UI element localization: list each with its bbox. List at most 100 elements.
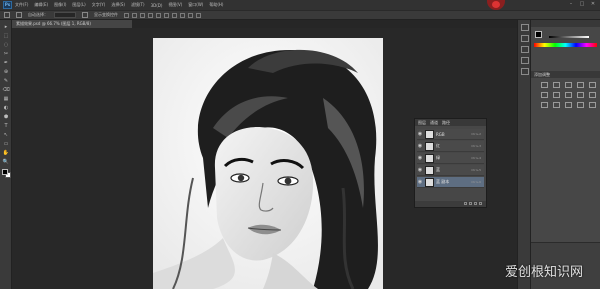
new-channel-icon[interactable] [474,202,477,205]
align-right-icon[interactable] [164,12,169,18]
color-swatches[interactable] [0,169,12,183]
channel-row-rgb[interactable]: ◉ RGB Ctrl+2 [417,129,484,140]
auto-select-dropdown[interactable] [54,12,76,18]
channel-row-green[interactable]: ◉ 绿 Ctrl+4 [417,153,484,164]
menu-image[interactable]: 图像(I) [54,2,66,8]
channel-name: 蓝 副本 [436,179,450,184]
history-icon[interactable] [521,24,529,31]
eye-icon[interactable]: ◉ [417,131,423,137]
brightness-icon[interactable] [541,82,548,88]
curves-icon[interactable] [565,82,572,88]
vibrance-icon[interactable] [589,82,596,88]
save-selection-icon[interactable] [469,202,472,205]
align-top-icon[interactable] [124,12,129,18]
auto-select-checkbox[interactable] [16,12,22,18]
threshold-icon[interactable] [565,102,572,108]
foreground-color-swatch[interactable] [535,31,542,38]
show-transform-label: 显示变换控件 [94,12,118,17]
align-left-icon[interactable] [148,12,153,18]
close-button[interactable]: ✕ [590,1,596,7]
gradient-tool-icon[interactable]: ▦ [2,96,10,102]
posterize-icon[interactable] [553,102,560,108]
color-balance-icon[interactable] [553,92,560,98]
gray-slider[interactable] [549,36,589,38]
load-selection-icon[interactable] [464,202,467,205]
watermark-text: 爱创根知识网 [505,265,584,280]
show-transform-checkbox[interactable] [82,12,88,18]
pen-tool-icon[interactable]: ⬢ [2,114,10,120]
type-tool-icon[interactable]: T [2,123,10,129]
menu-select[interactable]: 选择(S) [111,2,125,8]
dodge-tool-icon[interactable]: ◐ [2,105,10,111]
menu-window[interactable]: 窗口(W) [188,2,203,8]
hand-tool-icon[interactable]: ✋ [2,150,10,156]
color-panel-tabs [531,20,600,27]
tab-paths[interactable]: 路径 [442,120,450,126]
document-tab[interactable]: 素描效果.psd @ 66.7% (图层 1, RGB/8) [12,20,132,28]
move-tool-icon[interactable] [4,12,10,18]
align-middle-icon[interactable] [132,12,137,18]
trash-icon[interactable] [479,202,482,205]
eye-icon[interactable]: ◉ [417,167,423,173]
lasso-tool-icon[interactable]: ◌ [2,42,10,48]
crop-tool-icon[interactable]: ✂ [2,51,10,57]
auto-select-label: 自动选择： [28,12,48,17]
eye-icon[interactable]: ◉ [417,179,423,185]
tab-layers[interactable]: 图层 [418,120,426,126]
align-center-icon[interactable] [156,12,161,18]
zoom-tool-icon[interactable]: 🔍 [2,159,10,165]
selective-color-icon[interactable] [589,102,596,108]
channel-row-red[interactable]: ◉ 红 Ctrl+3 [417,141,484,152]
move-tool-icon[interactable]: ▸ [2,24,10,30]
distribute-h-icon[interactable] [180,12,185,18]
foreground-color-swatch[interactable] [2,169,8,175]
eye-icon[interactable]: ◉ [417,155,423,161]
menu-edit[interactable]: 编辑(E) [34,2,48,8]
color-picker[interactable] [531,27,600,49]
photo-filter-icon[interactable] [577,92,584,98]
properties-icon[interactable] [521,35,529,42]
brush-tool-icon[interactable]: ✎ [2,78,10,84]
exposure-icon[interactable] [577,82,584,88]
eraser-tool-icon[interactable]: ⌫ [2,87,10,93]
maximize-button[interactable]: □ [579,1,585,7]
color-spectrum[interactable] [534,43,597,47]
levels-icon[interactable] [553,82,560,88]
record-icon[interactable] [487,0,505,10]
menu-view[interactable]: 视图(V) [168,2,182,8]
canvas-portrait-sketch[interactable] [153,38,383,289]
distribute-v-icon[interactable] [188,12,193,18]
healing-tool-icon[interactable]: ⊕ [2,69,10,75]
auto-align-icon[interactable] [196,12,201,18]
minimize-button[interactable]: – [568,1,574,7]
channel-shortcut: Ctrl+5 [471,168,481,172]
menu-3d[interactable]: 3D(D) [151,3,163,8]
menu-file[interactable]: 文件(F) [15,2,28,8]
eyedropper-tool-icon[interactable]: ✒ [2,60,10,66]
hue-saturation-icon[interactable] [541,92,548,98]
shape-tool-icon[interactable]: ▭ [2,141,10,147]
channel-row-blue-copy[interactable]: ◉ 蓝 副本 Ctrl+6 [417,177,484,188]
align-bottom-icon[interactable] [140,12,145,18]
window-controls: – □ ✕ [568,1,596,7]
channel-row-blue[interactable]: ◉ 蓝 Ctrl+5 [417,165,484,176]
paragraph-icon[interactable] [521,68,529,75]
channel-mixer-icon[interactable] [589,92,596,98]
menu-bar: Ps 文件(F) 编辑(E) 图像(I) 图层(L) 文字(Y) 选择(S) 滤… [0,0,600,10]
marquee-tool-icon[interactable]: ⬚ [2,33,10,39]
channel-list: ◉ RGB Ctrl+2 ◉ 红 Ctrl+3 ◉ 绿 Ctrl+4 ◉ 蓝 C… [415,126,486,188]
menu-help[interactable]: 帮助(H) [209,2,223,8]
gradient-map-icon[interactable] [577,102,584,108]
menu-type[interactable]: 文字(Y) [92,2,106,8]
menu-layer[interactable]: 图层(L) [72,2,85,8]
eye-icon[interactable]: ◉ [417,143,423,149]
brush-preset-icon[interactable] [521,46,529,53]
distribute-icon[interactable] [172,12,177,18]
black-white-icon[interactable] [565,92,572,98]
tab-channels[interactable]: 通道 [430,120,438,126]
menu-filter[interactable]: 滤镜(T) [131,2,145,8]
channel-name: RGB [436,131,445,137]
character-icon[interactable] [521,57,529,64]
path-select-tool-icon[interactable]: ↖ [2,132,10,138]
invert-icon[interactable] [541,102,548,108]
